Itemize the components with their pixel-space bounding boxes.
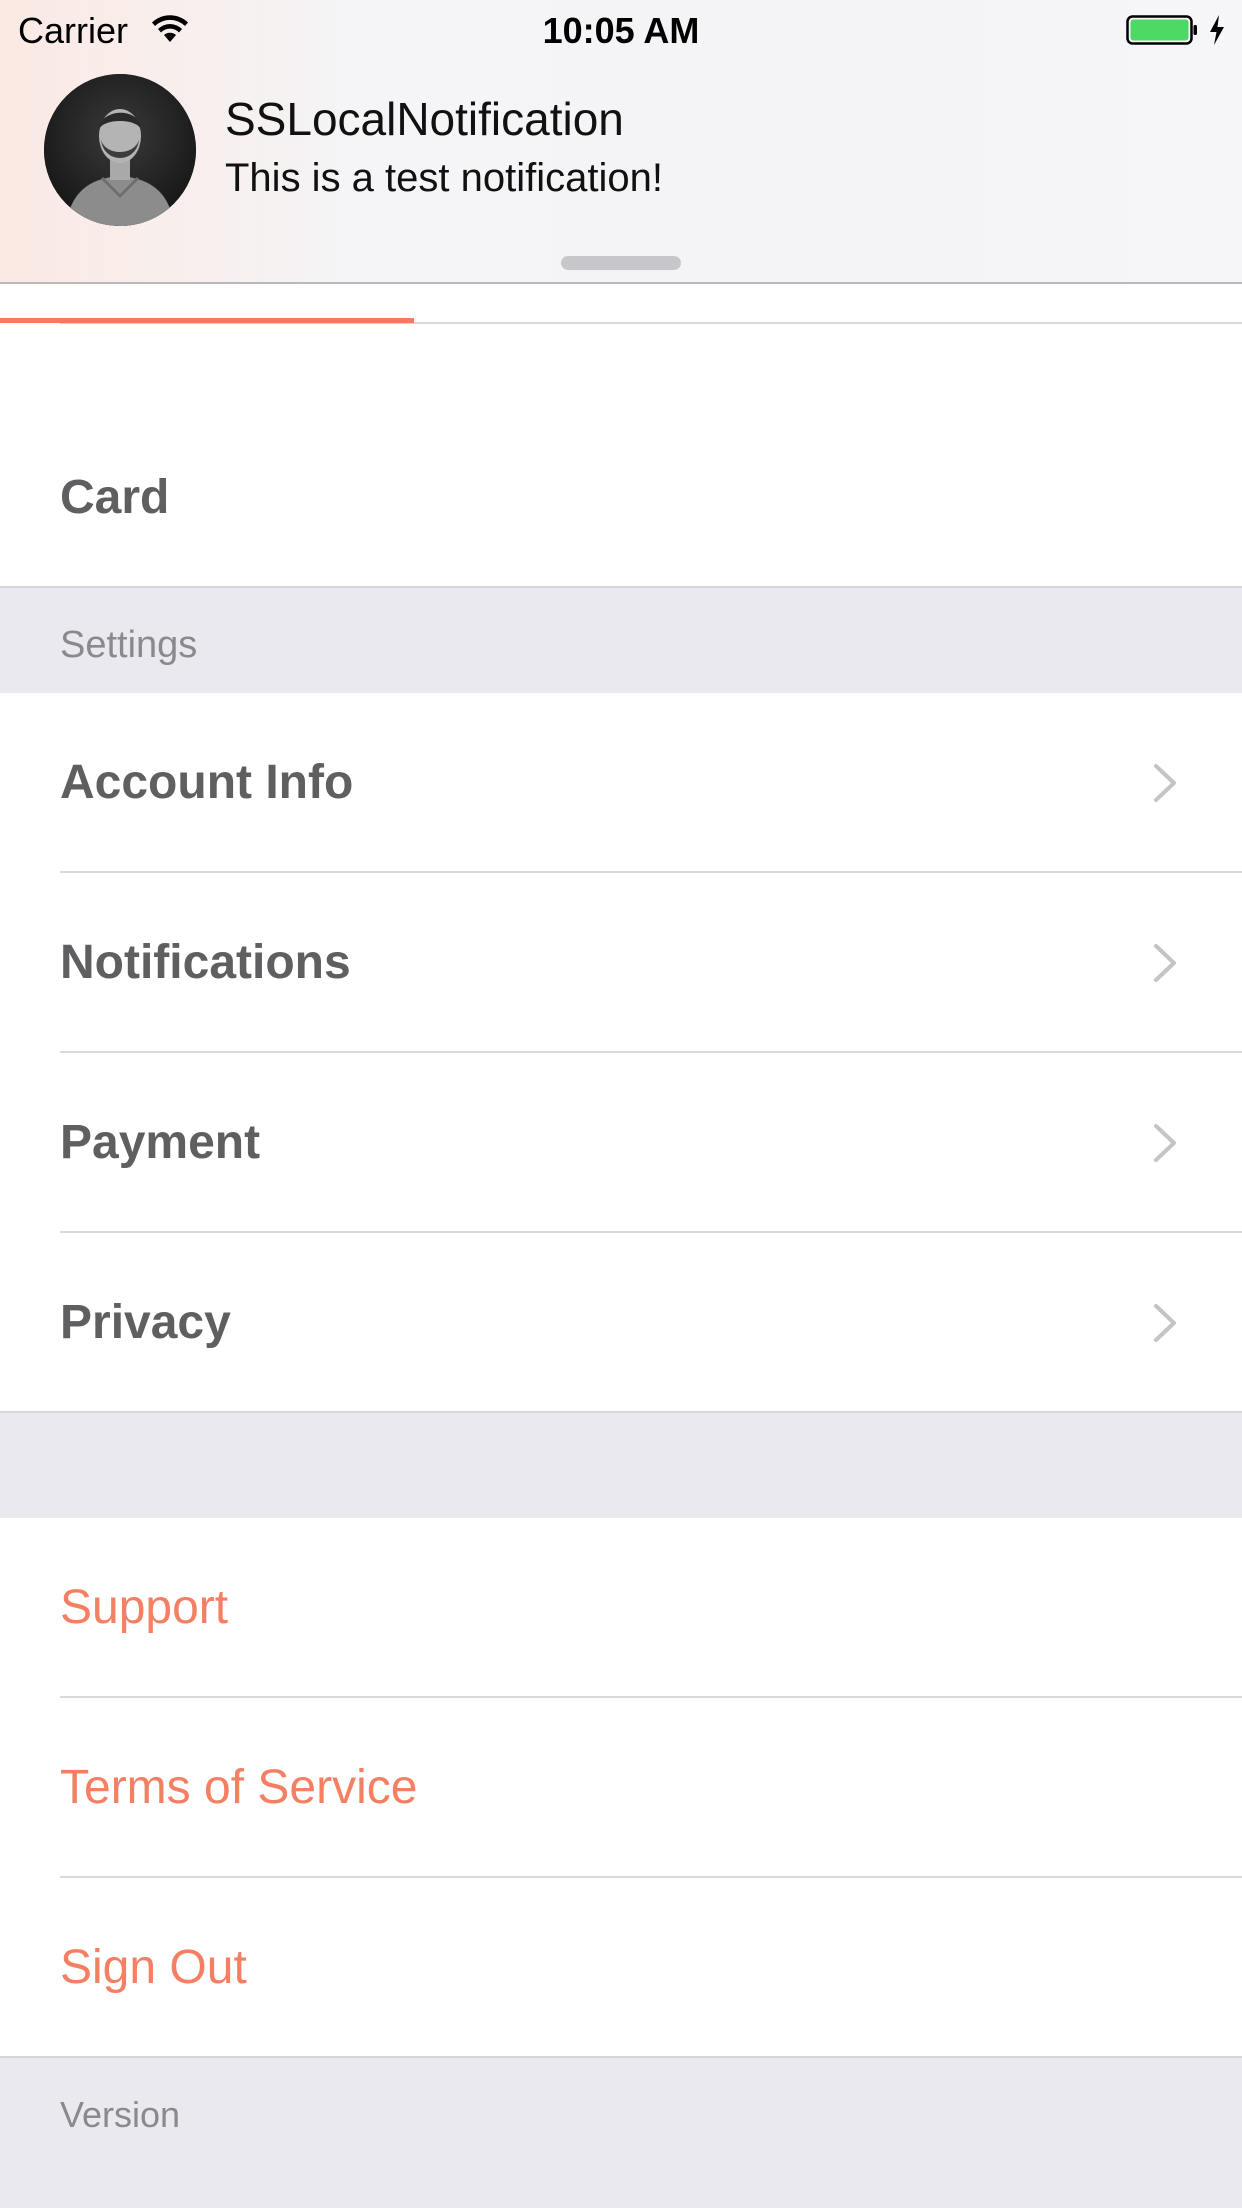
sign-out-label: Sign Out xyxy=(60,1941,247,1994)
charging-bolt-icon xyxy=(1210,15,1224,45)
avatar xyxy=(44,74,196,226)
terms-of-service-label: Terms of Service xyxy=(60,1761,418,1814)
clock-label: 10:05 AM xyxy=(542,10,700,51)
section-title: Settings xyxy=(60,624,198,666)
settings-item-label: Payment xyxy=(60,1116,261,1169)
settings-item-label: Privacy xyxy=(60,1296,231,1349)
notification-banner[interactable]: Carrier 10:05 AM SSLocalNotification Thi… xyxy=(0,0,1242,284)
settings-section-header: Settings xyxy=(0,586,1242,695)
banner-grabber-handle[interactable] xyxy=(561,256,681,270)
version-label: Version xyxy=(60,2094,181,2135)
chevron-right-icon xyxy=(1154,1304,1176,1342)
settings-item-label: Account Info xyxy=(60,756,354,809)
chevron-right-icon xyxy=(1154,764,1176,802)
list-item-label: Card xyxy=(60,471,170,524)
list-item-card[interactable]: Card xyxy=(0,408,1242,588)
settings-item-privacy[interactable]: Privacy xyxy=(0,1233,1242,1413)
chevron-right-icon xyxy=(1154,1124,1176,1162)
status-bar: Carrier 10:05 AM xyxy=(0,0,1242,62)
settings-item-account-info[interactable]: Account Info xyxy=(0,693,1242,873)
user-photo-icon xyxy=(44,74,196,226)
settings-item-label: Notifications xyxy=(60,936,351,989)
support-link[interactable]: Support xyxy=(0,1518,1242,1698)
section-spacer xyxy=(0,1411,1242,1520)
notification-message: This is a test notification! xyxy=(225,156,663,200)
terms-of-service-link[interactable]: Terms of Service xyxy=(0,1698,1242,1878)
loading-progress-bar xyxy=(0,318,414,323)
support-label: Support xyxy=(60,1581,229,1634)
settings-item-notifications[interactable]: Notifications xyxy=(0,873,1242,1053)
chevron-right-icon xyxy=(1154,944,1176,982)
notification-app-name: SSLocalNotification xyxy=(225,93,624,145)
battery-icon xyxy=(1126,15,1197,45)
sign-out-button[interactable]: Sign Out xyxy=(0,1878,1242,2058)
settings-item-payment[interactable]: Payment xyxy=(0,1053,1242,1233)
version-footer: Version xyxy=(0,2056,1242,2208)
settings-screen: Bank Card Settings Account Info Notifica… xyxy=(0,0,1242,2208)
